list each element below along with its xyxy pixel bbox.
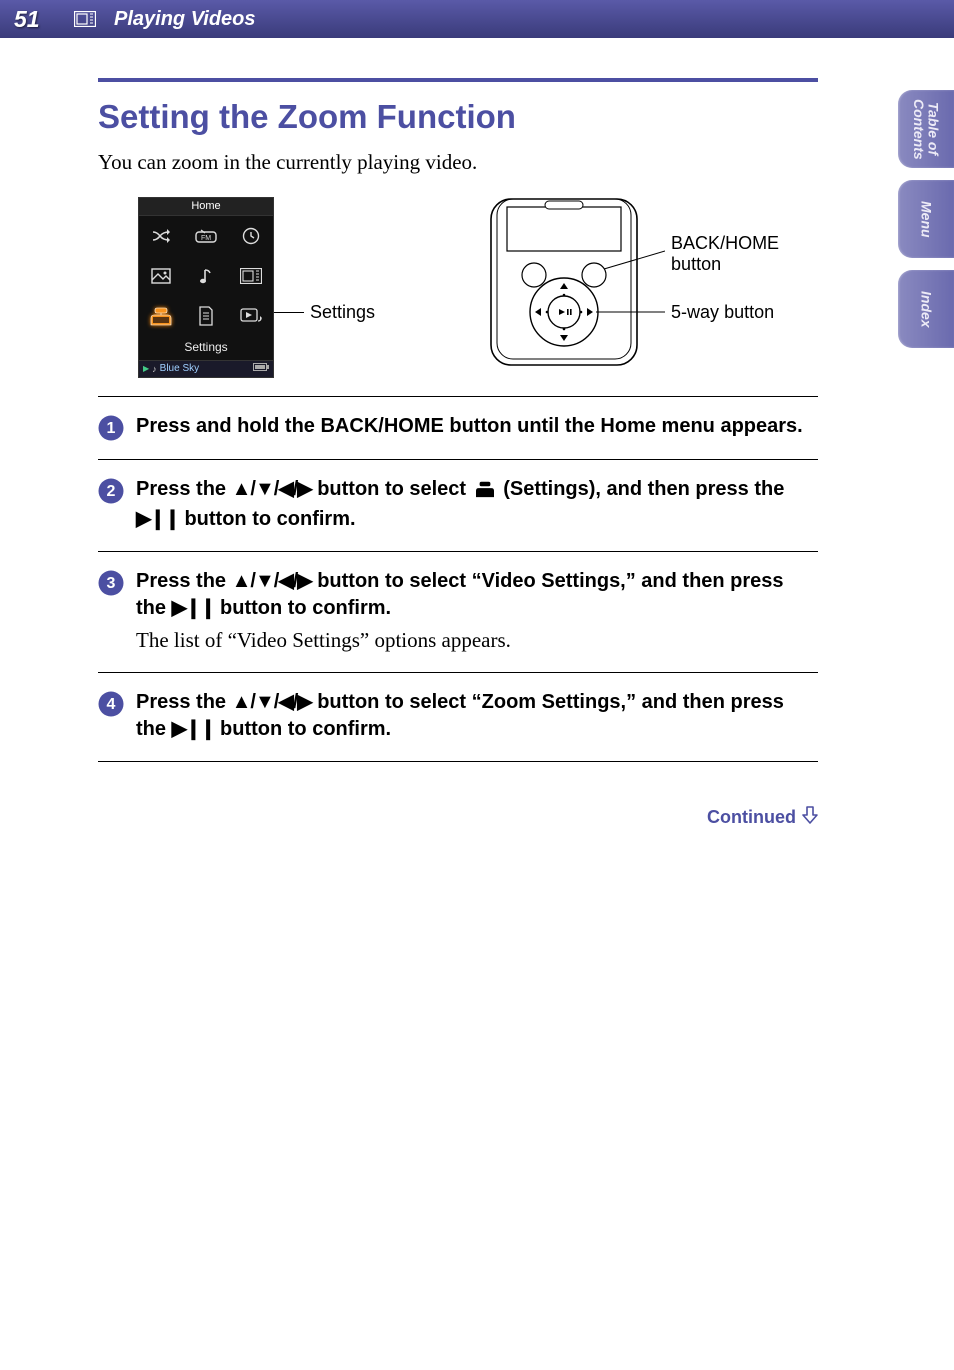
svg-text:3: 3 (107, 575, 116, 592)
callout-backhome-line1: BACK/HOME (671, 233, 779, 254)
callout-backhome: BACK/HOME button (671, 233, 779, 274)
home-screen-figure: Home FM Settings ▶ ♪ (138, 197, 274, 378)
svg-text:2: 2 (107, 483, 116, 500)
step-badge-2: 2 (98, 478, 124, 504)
step-badge-4: 4 (98, 691, 124, 717)
step-badge-3: 3 (98, 570, 124, 596)
home-selected-label: Settings (139, 336, 273, 360)
step-3-text: Press the ▲/▼/◀/▶ button to select “Vide… (136, 568, 818, 622)
tab-menu-label: Menu (919, 201, 934, 238)
callout-settings-label: Settings (310, 302, 375, 323)
step-4-text: Press the ▲/▼/◀/▶ button to select “Zoom… (136, 689, 818, 743)
page-number: 51 (14, 6, 74, 33)
photo-icon (139, 256, 184, 296)
step-badge-1: 1 (98, 415, 124, 441)
step-3-note: The list of “Video Settings” options app… (136, 626, 818, 654)
page-title: Setting the Zoom Function (98, 98, 818, 136)
tab-index[interactable]: Index (898, 270, 954, 348)
device-figure: BACK/HOME button 5-way button (485, 197, 665, 372)
note-icon: ♪ (152, 364, 157, 374)
playlist-icon (184, 296, 229, 336)
tab-contents-line1: Table of (926, 102, 942, 155)
page-header: 51 Playing Videos (0, 0, 954, 38)
tab-index-label: Index (919, 291, 934, 328)
playpause-glyph: ▶❙❙ (172, 718, 215, 740)
continued-indicator: Continued (98, 806, 818, 829)
page-content: Setting the Zoom Function You can zoom i… (0, 38, 954, 829)
play-triangle-icon: ▶ (143, 364, 149, 373)
intro-text: You can zoom in the currently playing vi… (98, 150, 818, 175)
fm-icon: FM (184, 216, 229, 256)
step-2: 2 Press the ▲/▼/◀/▶ button to select (Se… (98, 460, 818, 552)
step-1: 1 Press and hold the BACK/HOME button un… (98, 397, 818, 460)
svg-text:1: 1 (107, 420, 116, 437)
steps-list: 1 Press and hold the BACK/HOME button un… (98, 396, 818, 762)
now-playing-track: Blue Sky (160, 363, 199, 374)
callout-backhome-line2: button (671, 254, 721, 275)
figure-row: Home FM Settings ▶ ♪ (98, 197, 818, 378)
step-3: 3 Press the ▲/▼/◀/▶ button to select “Vi… (98, 552, 818, 673)
nowplaying-icon (228, 296, 273, 336)
dpad-arrows-glyph: ▲/▼/◀/▶ (232, 570, 312, 592)
dpad-arrows-glyph: ▲/▼/◀/▶ (232, 691, 312, 713)
continued-label: Continued (707, 807, 796, 828)
step-4: 4 Press the ▲/▼/◀/▶ button to select “Zo… (98, 673, 818, 762)
settings-icon-highlighted (139, 296, 184, 336)
home-grid: FM (139, 216, 273, 336)
playpause-glyph: ▶❙❙ (172, 597, 215, 619)
music-icon (184, 256, 229, 296)
home-nowplaying-bar: ▶ ♪ Blue Sky (139, 360, 273, 377)
settings-toolbox-icon (474, 479, 496, 506)
home-title-bar: Home (139, 198, 273, 216)
svg-text:4: 4 (107, 696, 116, 713)
dpad-arrows-glyph: ▲/▼/◀/▶ (232, 478, 312, 500)
section-name: Playing Videos (114, 8, 256, 31)
clock-icon (228, 216, 273, 256)
top-rule (98, 78, 818, 82)
side-tabs: Table ofContents Menu Index (898, 90, 954, 348)
battery-icon (253, 363, 269, 374)
tab-contents-line2: Contents (911, 99, 927, 160)
tab-contents[interactable]: Table ofContents (898, 90, 954, 168)
tab-menu[interactable]: Menu (898, 180, 954, 258)
callout-5way: 5-way button (671, 302, 774, 323)
video-icon (228, 256, 273, 296)
video-section-icon (74, 11, 96, 27)
down-arrow-icon (802, 806, 818, 829)
callout-settings: Settings (274, 302, 375, 323)
step-2-text: Press the ▲/▼/◀/▶ button to select (Sett… (136, 476, 818, 533)
playpause-glyph: ▶❙❙ (136, 508, 179, 530)
svg-text:FM: FM (201, 235, 211, 242)
callout-5way-label: 5-way button (671, 302, 774, 323)
step-1-text: Press and hold the BACK/HOME button unti… (136, 413, 803, 440)
shuffle-icon (139, 216, 184, 256)
